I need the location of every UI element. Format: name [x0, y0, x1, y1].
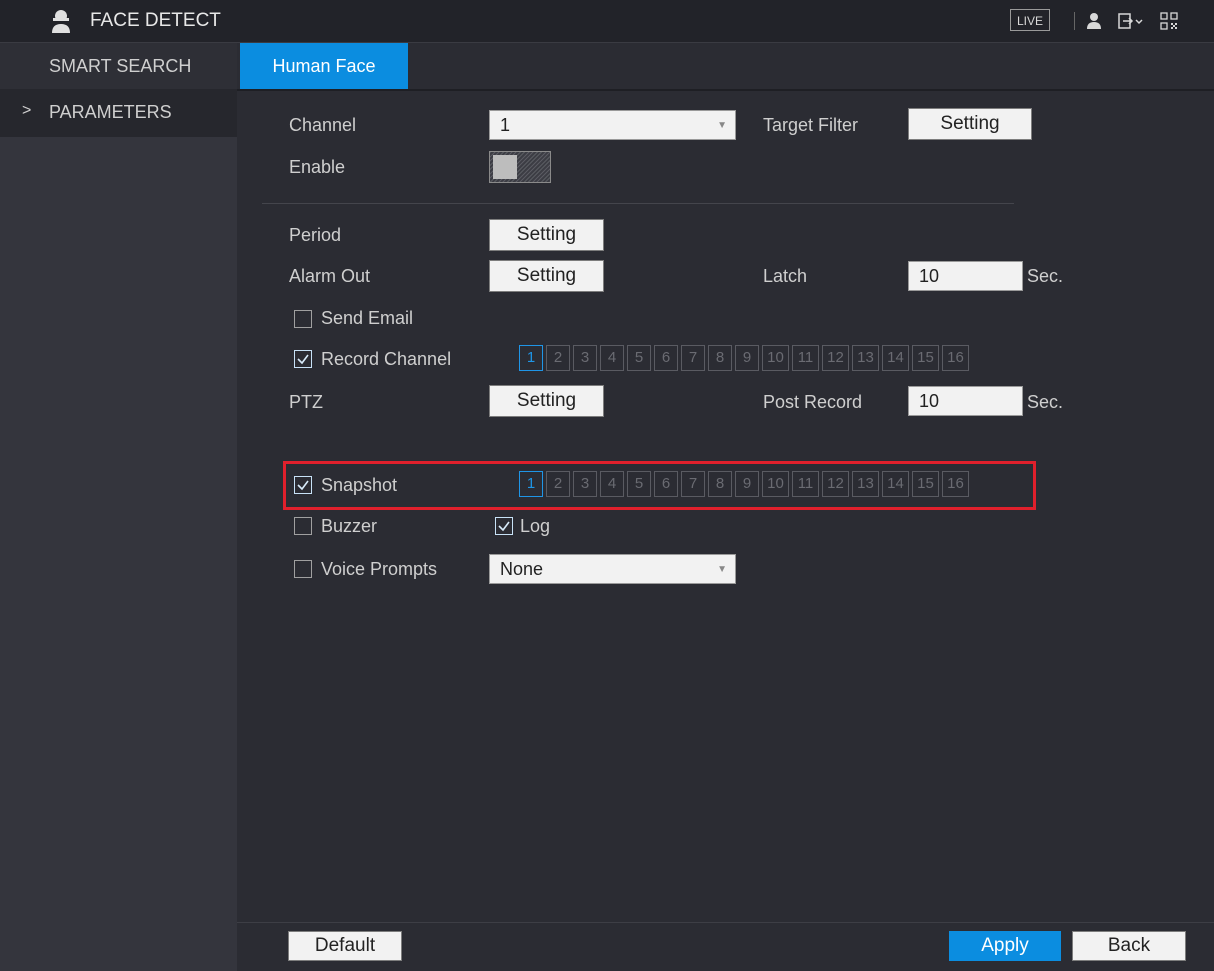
channel-box-11[interactable]: 11	[792, 471, 819, 497]
default-button[interactable]: Default	[288, 931, 402, 961]
voice-prompts-label: Voice Prompts	[321, 559, 438, 579]
buzzer-checkbox[interactable]	[294, 517, 312, 535]
channel-box-3[interactable]: 3	[573, 345, 597, 371]
divider	[1074, 12, 1075, 30]
channel-box-2[interactable]: 2	[546, 345, 570, 371]
latch-unit: Sec.	[1027, 266, 1064, 286]
channel-box-15[interactable]: 15	[912, 345, 939, 371]
channel-box-12[interactable]: 12	[822, 471, 849, 497]
snapshot-checkbox[interactable]	[294, 476, 312, 494]
channel-box-7[interactable]: 7	[681, 345, 705, 371]
channel-box-13[interactable]: 13	[852, 345, 879, 371]
channel-box-15[interactable]: 15	[912, 471, 939, 497]
channel-box-6[interactable]: 6	[654, 471, 678, 497]
record-channel-checkbox[interactable]	[294, 350, 312, 368]
channel-box-2[interactable]: 2	[546, 471, 570, 497]
channel-label: Channel	[289, 115, 357, 135]
channel-box-9[interactable]: 9	[735, 471, 759, 497]
channel-select[interactable]: 1 ▼	[489, 110, 736, 140]
channel-box-3[interactable]: 3	[573, 471, 597, 497]
period-setting-button[interactable]: Setting	[489, 219, 604, 251]
sidebar: SMART SEARCH > PARAMETERS	[0, 43, 237, 971]
checkmark-icon	[297, 354, 309, 365]
channel-box-9[interactable]: 9	[735, 345, 759, 371]
channel-box-10[interactable]: 10	[762, 345, 789, 371]
target-filter-setting-button[interactable]: Setting	[908, 108, 1032, 140]
channel-box-11[interactable]: 11	[792, 345, 819, 371]
title-bar: FACE DETECT LIVE	[0, 0, 1214, 43]
channel-box-1[interactable]: 1	[519, 471, 543, 497]
apply-button[interactable]: Apply	[949, 931, 1061, 961]
voice-prompts-value: None	[500, 559, 544, 579]
log-checkbox[interactable]	[495, 517, 513, 535]
enable-toggle[interactable]	[489, 151, 551, 183]
back-button[interactable]: Back	[1072, 931, 1186, 961]
voice-prompts-select[interactable]: None ▼	[489, 554, 736, 584]
user-icon[interactable]	[1086, 12, 1102, 30]
log-label: Log	[520, 516, 551, 536]
channel-box-10[interactable]: 10	[762, 471, 789, 497]
alarm-out-label: Alarm Out	[289, 266, 371, 286]
channel-box-4[interactable]: 4	[600, 471, 624, 497]
channel-box-4[interactable]: 4	[600, 345, 624, 371]
channel-box-5[interactable]: 5	[627, 345, 651, 371]
page-title: FACE DETECT	[90, 10, 221, 31]
tab-human-face[interactable]: Human Face	[240, 43, 408, 89]
target-filter-label: Target Filter	[763, 115, 859, 135]
logout-icon[interactable]	[1118, 13, 1144, 29]
channel-box-1[interactable]: 1	[519, 345, 543, 371]
chevron-right-icon: >	[22, 102, 32, 119]
voice-prompts-checkbox[interactable]	[294, 560, 312, 578]
checkmark-icon	[498, 521, 510, 532]
enable-label: Enable	[289, 157, 346, 177]
channel-box-8[interactable]: 8	[708, 471, 732, 497]
divider	[262, 203, 1014, 204]
channel-box-16[interactable]: 16	[942, 345, 969, 371]
channel-box-13[interactable]: 13	[852, 471, 879, 497]
post-record-label: Post Record	[763, 392, 863, 412]
sidebar-item-label: PARAMETERS	[49, 102, 172, 122]
toggle-knob	[493, 155, 517, 179]
channel-box-6[interactable]: 6	[654, 345, 678, 371]
channel-box-8[interactable]: 8	[708, 345, 732, 371]
post-record-unit: Sec.	[1027, 392, 1064, 412]
face-detect-icon	[52, 10, 70, 33]
ptz-setting-button[interactable]: Setting	[489, 385, 604, 417]
ptz-label: PTZ	[289, 392, 323, 412]
dropdown-arrow-icon: ▼	[717, 120, 727, 131]
latch-label: Latch	[763, 266, 808, 286]
qr-code-icon[interactable]	[1160, 12, 1178, 30]
sidebar-item-parameters[interactable]: > PARAMETERS	[0, 89, 237, 137]
latch-input[interactable]: 10	[908, 261, 1023, 291]
alarm-out-setting-button[interactable]: Setting	[489, 260, 604, 292]
tab-bar: Human Face	[237, 43, 1214, 91]
channel-box-14[interactable]: 14	[882, 345, 909, 371]
sidebar-item-smart-search[interactable]: SMART SEARCH	[0, 43, 237, 89]
period-label: Period	[289, 225, 342, 245]
channel-box-16[interactable]: 16	[942, 471, 969, 497]
snapshot-channel-grid: 1 2 3 4 5 6 7 8 9 10 11 12 13 14 15 16	[519, 471, 1019, 501]
record-channel-label: Record Channel	[321, 349, 452, 369]
channel-box-14[interactable]: 14	[882, 471, 909, 497]
send-email-label: Send Email	[321, 308, 414, 328]
live-button[interactable]: LIVE	[1010, 9, 1050, 31]
checkmark-icon	[297, 480, 309, 491]
dropdown-arrow-icon: ▼	[717, 564, 727, 575]
snapshot-label: Snapshot	[321, 475, 398, 495]
send-email-checkbox[interactable]	[294, 310, 312, 328]
channel-box-7[interactable]: 7	[681, 471, 705, 497]
buzzer-label: Buzzer	[321, 516, 378, 536]
footer-divider	[237, 922, 1214, 923]
record-channel-grid: 1 2 3 4 5 6 7 8 9 10 11 12 13 14 15 16	[519, 345, 1019, 375]
channel-box-5[interactable]: 5	[627, 471, 651, 497]
channel-value: 1	[500, 115, 511, 135]
post-record-input[interactable]: 10	[908, 386, 1023, 416]
channel-box-12[interactable]: 12	[822, 345, 849, 371]
